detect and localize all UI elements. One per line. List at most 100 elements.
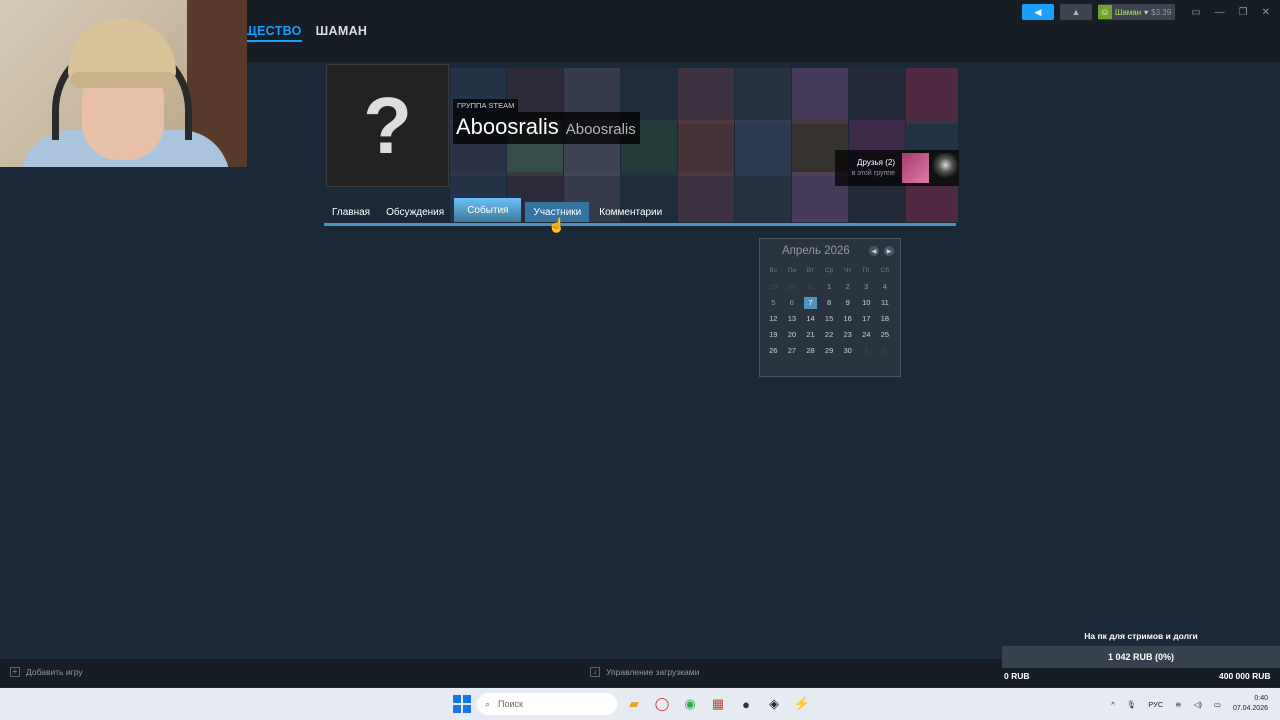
chevron-up-icon[interactable]: ^ (1111, 700, 1115, 709)
group-avatar: ? (326, 64, 449, 187)
calendar-day[interactable]: 2 (876, 343, 895, 359)
next-month-icon[interactable]: ▶ (884, 246, 894, 256)
windows-taskbar: ⌕ Поиск ▰ ◯ ◉ ▦ ● ◈ ⚡ ^ 🎙 РУС ≋ ◁) ▭ 0:4… (0, 688, 1280, 720)
calendar-day[interactable]: 25 (876, 327, 895, 343)
calendar-day[interactable]: 14 (801, 311, 820, 327)
calendar-day[interactable]: 20 (783, 327, 802, 343)
add-game-button[interactable]: + Добавить игру (10, 667, 83, 677)
calendar-weekday: Пт (862, 267, 871, 274)
calendar-day[interactable]: 30 (838, 343, 857, 359)
calendar-day[interactable]: 5 (764, 295, 783, 311)
calendar-day[interactable]: 12 (764, 311, 783, 327)
tab-comments[interactable]: Комментарии (593, 202, 668, 222)
calendar-day[interactable]: 28 (801, 343, 820, 359)
chevron-down-icon: ▾ (1144, 7, 1149, 17)
chrome-icon[interactable]: ◉ (679, 693, 701, 715)
calendar-day[interactable]: 15 (820, 311, 839, 327)
downloads-button[interactable]: ↓ Управление загрузками (590, 667, 699, 677)
calendar-day[interactable]: 7 (804, 297, 817, 309)
app-icon-2[interactable]: ⚡ (791, 693, 813, 715)
restore-icon[interactable]: ❐ (1239, 7, 1248, 18)
downloads-label: Управление загрузками (606, 667, 700, 677)
announcements-button[interactable]: ◀ (1021, 4, 1054, 20)
friends-sub: в этой группе (851, 170, 895, 177)
language-indicator[interactable]: РУС (1148, 700, 1163, 709)
account-balance: $3.39 (1151, 7, 1172, 17)
calendar-day[interactable]: 13 (783, 311, 802, 327)
calendar-day[interactable]: 26 (764, 343, 783, 359)
calendar-day[interactable]: 8 (820, 295, 839, 311)
tab-home[interactable]: Главная (326, 202, 376, 222)
calendar-day[interactable]: 10 (857, 295, 876, 311)
calendar-day[interactable]: 19 (764, 327, 783, 343)
add-game-label: Добавить игру (26, 667, 83, 677)
calendar-day[interactable]: 17 (857, 311, 876, 327)
wifi-icon[interactable]: ≋ (1175, 700, 1181, 709)
calendar-day[interactable]: 22 (820, 327, 839, 343)
tab-discussions[interactable]: Обсуждения (380, 202, 450, 222)
calendar-weekday: Вс (769, 267, 778, 274)
main-nav: ЩЕСТВО ШАМАН (244, 24, 367, 42)
account-avatar: ☺ (1097, 5, 1112, 19)
obs-icon[interactable]: ● (735, 693, 757, 715)
nav-community-link[interactable]: ЩЕСТВО (244, 24, 302, 42)
calendar-day[interactable]: 31 (801, 279, 820, 295)
group-tabs: Главная Обсуждения События Участники Ком… (326, 198, 668, 224)
search-icon: ⌕ (485, 698, 491, 709)
calendar-day[interactable]: 29 (820, 343, 839, 359)
tab-events[interactable]: События (454, 198, 522, 222)
download-icon: ↓ (590, 667, 600, 677)
nav-user-link[interactable]: ШАМАН (316, 24, 368, 42)
calendar-day[interactable]: 4 (876, 279, 895, 295)
account-menu[interactable]: ☺ Шаман ▾ $3.39 (1097, 4, 1176, 20)
search-placeholder: Поиск (498, 699, 523, 709)
steam-icon[interactable]: ◈ (763, 693, 785, 715)
calendar-day[interactable]: 3 (857, 279, 876, 295)
calendar-day[interactable]: 6 (783, 295, 802, 311)
friend-avatar[interactable] (902, 153, 929, 183)
microphone-icon[interactable]: 🎙 (1127, 700, 1137, 709)
calendar-month-title: Апрель 2026 (782, 245, 850, 257)
friend-avatar[interactable] (932, 153, 959, 183)
calendar-day[interactable]: 1 (857, 343, 876, 359)
calendar-day[interactable]: 9 (838, 295, 857, 311)
calendar-weekday: Чт (844, 267, 852, 274)
clock-date: 07.04.2026 (1232, 705, 1268, 712)
calendar-day[interactable]: 30 (783, 279, 802, 295)
prev-month-icon[interactable]: ◀ (869, 246, 879, 256)
tab-underline (324, 223, 956, 226)
calendar-weekday: Вт (806, 267, 815, 274)
taskbar-search[interactable]: ⌕ Поиск (477, 693, 617, 715)
calendar-day[interactable]: 23 (838, 327, 857, 343)
friends-in-group[interactable]: Друзья (2) в этой группе (835, 150, 959, 186)
calendar-day[interactable]: 16 (838, 311, 857, 327)
file-explorer-icon[interactable]: ▰ (623, 693, 645, 715)
system-tray: ^ 🎙 РУС ≋ ◁) ▭ 0:40 07.04.2026 (1111, 694, 1268, 714)
calendar-day[interactable]: 27 (783, 343, 802, 359)
group-type-label: ГРУППА STEAM (453, 99, 519, 112)
minimize-icon[interactable]: — (1215, 7, 1225, 18)
taskbar-clock[interactable]: 0:40 07.04.2026 (1233, 694, 1268, 714)
bell-icon: ▲ (1071, 7, 1081, 17)
opera-icon[interactable]: ◯ (651, 693, 673, 715)
close-icon[interactable]: ✕ (1262, 7, 1270, 18)
clock-time: 0:40 (1254, 695, 1268, 702)
group-banner-collage (450, 68, 958, 222)
app-icon[interactable]: ▦ (707, 693, 729, 715)
calendar-day[interactable]: 21 (801, 327, 820, 343)
notifications-button[interactable]: ▲ (1059, 4, 1092, 20)
windows-start-icon[interactable] (453, 695, 471, 713)
monitor-icon[interactable]: ▭ (1191, 7, 1200, 18)
donation-progress-text: 1 042 RUB (0%) (1107, 652, 1175, 662)
group-title: Aboosralis Aboosralis (453, 112, 640, 144)
calendar-day[interactable]: 1 (820, 279, 839, 295)
battery-icon[interactable]: ▭ (1214, 700, 1221, 709)
friends-count: Друзья (2) (857, 158, 895, 167)
calendar-day[interactable]: 24 (857, 327, 876, 343)
calendar-day[interactable]: 29 (764, 279, 783, 295)
volume-icon[interactable]: ◁) (1194, 700, 1202, 709)
calendar-day[interactable]: 18 (876, 311, 895, 327)
webcam-overlay (0, 0, 247, 167)
calendar-day[interactable]: 11 (876, 295, 895, 311)
calendar-day[interactable]: 2 (838, 279, 857, 295)
